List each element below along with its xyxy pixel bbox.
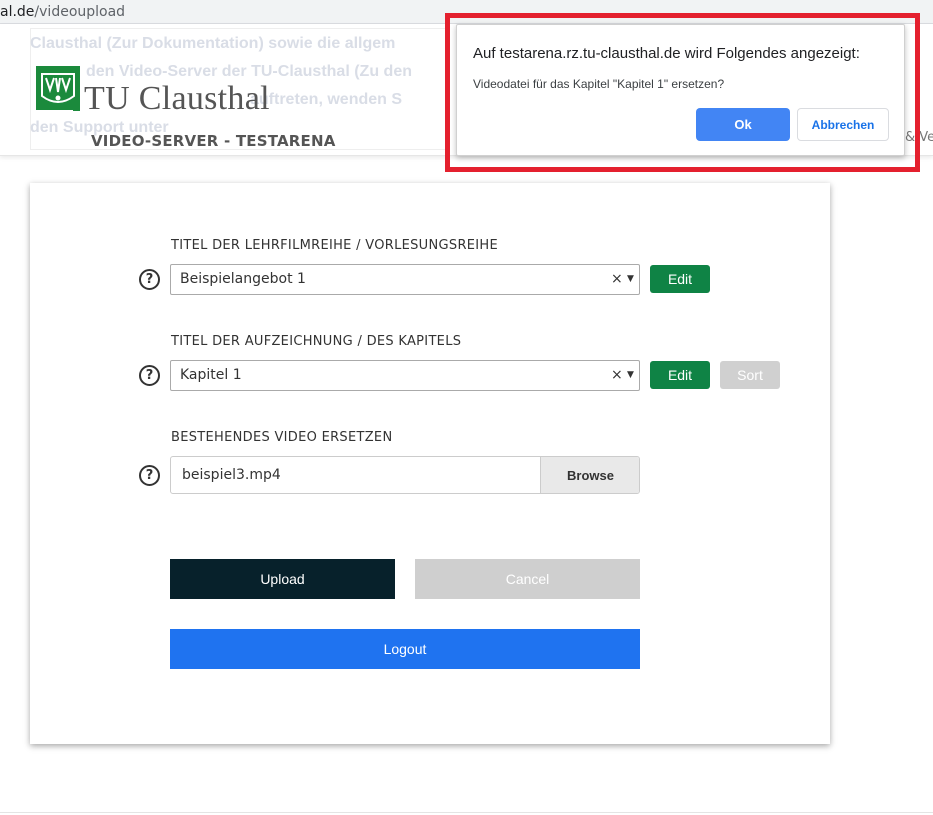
series-edit-button[interactable]: Edit bbox=[650, 265, 710, 293]
video-replace-label: BESTEHENDES VIDEO ERSETZEN bbox=[171, 430, 393, 445]
clear-icon[interactable]: × bbox=[611, 265, 623, 294]
brand-title: TU Clausthal bbox=[84, 80, 270, 117]
confirm-dialog: Auf testarena.rz.tu-clausthal.de wird Fo… bbox=[456, 24, 905, 156]
background-line: Clausthal (Zur Dokumentation) sowie die … bbox=[30, 35, 396, 52]
browse-button[interactable]: Browse bbox=[540, 457, 639, 493]
series-help-icon[interactable]: ? bbox=[139, 269, 160, 290]
logo-dot bbox=[73, 104, 80, 111]
chevron-down-icon[interactable]: ▼ bbox=[627, 361, 634, 390]
logout-button[interactable]: Logout bbox=[170, 629, 640, 669]
video-file-input[interactable]: beispiel3.mp4 Browse bbox=[170, 456, 640, 494]
chapter-label: TITEL DER AUFZEICHNUNG / DES KAPITELS bbox=[171, 334, 462, 349]
dialog-message: Videodatei für das Kapitel "Kapitel 1" e… bbox=[473, 77, 725, 91]
cancel-button[interactable]: Cancel bbox=[415, 559, 640, 599]
brand-subtitle: VIDEO-SERVER - TESTARENA bbox=[91, 132, 336, 150]
upload-button[interactable]: Upload bbox=[170, 559, 395, 599]
chapter-select-value: Kapitel 1 bbox=[180, 367, 242, 383]
url-path: /videoupload bbox=[34, 4, 126, 20]
url-host: al.de bbox=[0, 4, 35, 20]
series-select[interactable]: Beispielangebot 1 × ▼ bbox=[170, 264, 640, 295]
chevron-down-icon[interactable]: ▼ bbox=[627, 265, 634, 294]
chapter-select[interactable]: Kapitel 1 × ▼ bbox=[170, 360, 640, 391]
upload-form-card: TITEL DER LEHRFILMREIHE / VORLESUNGSREIH… bbox=[30, 183, 830, 744]
series-label: TITEL DER LEHRFILMREIHE / VORLESUNGSREIH… bbox=[171, 238, 499, 253]
chapter-sort-button[interactable]: Sort bbox=[720, 361, 780, 389]
dialog-title: Auf testarena.rz.tu-clausthal.de wird Fo… bbox=[473, 45, 860, 62]
dialog-cancel-button[interactable]: Abbrechen bbox=[797, 108, 889, 141]
chapter-edit-button[interactable]: Edit bbox=[650, 361, 710, 389]
footer-divider bbox=[0, 812, 933, 813]
dialog-ok-button[interactable]: Ok bbox=[696, 108, 790, 141]
video-file-name: beispiel3.mp4 bbox=[182, 467, 281, 483]
clear-icon[interactable]: × bbox=[611, 361, 623, 390]
chapter-help-icon[interactable]: ? bbox=[139, 365, 160, 386]
series-select-value: Beispielangebot 1 bbox=[180, 271, 306, 287]
video-help-icon[interactable]: ? bbox=[139, 465, 160, 486]
